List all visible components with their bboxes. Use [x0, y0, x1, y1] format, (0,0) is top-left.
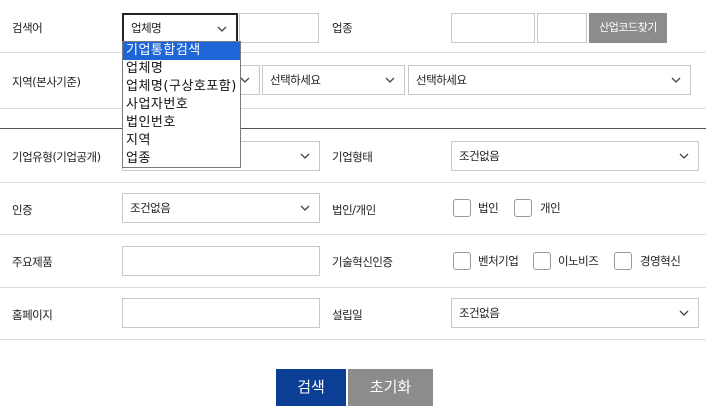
main-products-label: 주요제품 [12, 255, 53, 269]
innobiz-checkbox-label: 이노비즈 [558, 254, 599, 268]
find-industry-code-button[interactable]: 산업코드찾기 [589, 13, 667, 43]
certification-select[interactable]: 조건없음 [122, 193, 320, 223]
homepage-input[interactable] [122, 298, 320, 328]
chevron-down-icon [217, 26, 227, 32]
chevron-down-icon [300, 205, 310, 211]
mainbiz-checkbox-label: 경영혁신 [640, 254, 681, 268]
reset-button[interactable]: 초기화 [348, 369, 433, 406]
chevron-down-icon [300, 153, 310, 159]
keyword-input[interactable] [239, 13, 319, 43]
individual-checkbox[interactable] [514, 199, 532, 217]
chevron-down-icon [385, 77, 395, 83]
keyword-label: 검색어 [12, 21, 43, 35]
dropdown-option-industry[interactable]: 업종 [123, 150, 240, 168]
chevron-down-icon [679, 310, 689, 316]
tech-innovation-label: 기술혁신인증 [332, 255, 393, 269]
region-label: 지역(본사기준) [12, 75, 81, 89]
mainbiz-checkbox[interactable] [614, 252, 632, 270]
innobiz-checkbox[interactable] [533, 252, 551, 270]
dropdown-option-integrated[interactable]: 기업통합검색 [123, 42, 240, 60]
dropdown-option-business-number[interactable]: 사업자번호 [123, 96, 240, 114]
company-form-label: 기업형태 [332, 150, 373, 164]
entity-label: 법인/개인 [332, 203, 376, 217]
dropdown-option-corporate-number[interactable]: 법인번호 [123, 114, 240, 132]
industry-code-input-2[interactable] [537, 13, 587, 43]
venture-checkbox-label: 벤처기업 [478, 254, 519, 268]
industry-code-input-1[interactable] [451, 13, 535, 43]
corporation-checkbox-label: 법인 [478, 201, 499, 215]
chevron-down-icon [679, 153, 689, 159]
certification-label: 인증 [12, 203, 33, 217]
individual-checkbox-label: 개인 [540, 201, 561, 215]
region-select-3[interactable]: 선택하세요 [408, 65, 691, 95]
venture-checkbox[interactable] [453, 252, 471, 270]
region-select-3-value: 선택하세요 [416, 73, 467, 87]
founding-date-value: 조건없음 [459, 306, 500, 320]
company-type-label: 기업유형(기업공개) [12, 150, 101, 164]
main-products-input[interactable] [122, 246, 320, 276]
search-type-value: 업체명 [131, 21, 162, 35]
chevron-down-icon [240, 77, 250, 83]
company-form-select[interactable]: 조건없음 [451, 141, 699, 171]
search-button[interactable]: 검색 [276, 369, 346, 406]
founding-date-label: 설립일 [332, 308, 363, 322]
company-form-value: 조건없음 [459, 149, 500, 163]
dropdown-option-company-name[interactable]: 업체명 [123, 60, 240, 78]
dropdown-option-region[interactable]: 지역 [123, 132, 240, 150]
search-type-dropdown-list: 기업통합검색 업체명 업체명(구상호포함) 사업자번호 법인번호 지역 업종 [122, 41, 241, 168]
corporation-checkbox[interactable] [453, 199, 471, 217]
dropdown-option-company-name-old[interactable]: 업체명(구상호포함) [123, 78, 240, 96]
region-select-2[interactable]: 선택하세요 [262, 65, 405, 95]
region-select-2-value: 선택하세요 [270, 73, 321, 87]
certification-value: 조건없음 [130, 201, 171, 215]
homepage-label: 홈페이지 [12, 308, 53, 322]
founding-date-select[interactable]: 조건없음 [451, 298, 699, 328]
search-type-select[interactable]: 업체명 [122, 13, 238, 43]
industry-label: 업종 [332, 21, 353, 35]
chevron-down-icon [671, 77, 681, 83]
